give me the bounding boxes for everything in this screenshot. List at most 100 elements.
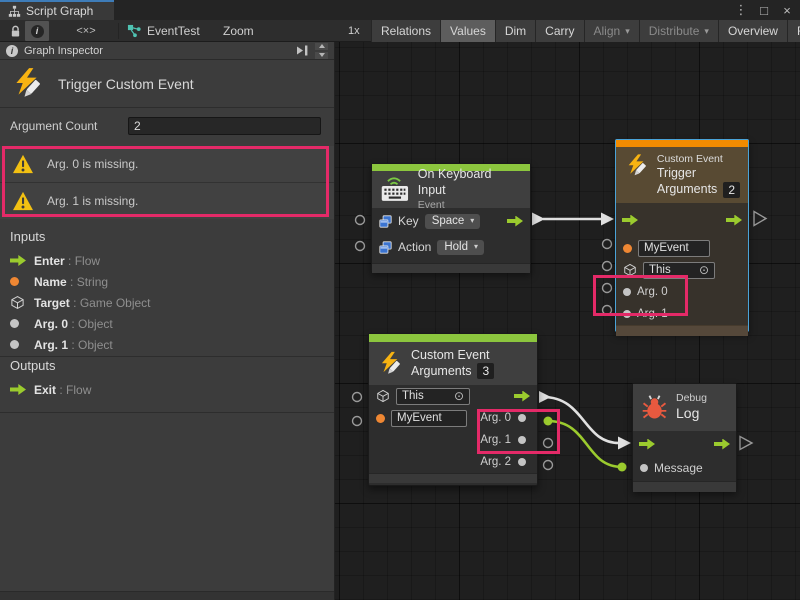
flow-input-arrow[interactable] bbox=[639, 439, 655, 450]
object-port-icon[interactable] bbox=[518, 458, 526, 466]
object-port-icon[interactable] bbox=[623, 288, 631, 296]
event-name-row: MyEvent Arg. 0 bbox=[369, 407, 537, 429]
key-port-row: Key Space ▾ bbox=[372, 208, 530, 234]
string-port-icon[interactable] bbox=[623, 244, 632, 253]
target-field[interactable]: This ⊙ bbox=[396, 388, 470, 405]
target-picker-icon[interactable]: ⊙ bbox=[699, 263, 709, 277]
toolbar-toggle-group: Relations Values Dim Carry Align▾ Distri… bbox=[371, 20, 800, 42]
tab-script-graph[interactable]: Script Graph bbox=[0, 0, 114, 20]
node-trigger-custom-event[interactable]: Custom Event Trigger Arguments 2 MyEvent bbox=[615, 139, 749, 332]
flow-output-port bbox=[740, 437, 752, 450]
object-port-icon[interactable] bbox=[518, 436, 526, 444]
flow-row bbox=[616, 203, 748, 237]
argument-count-label: Argument Count bbox=[10, 119, 97, 133]
arg0-row: Arg. 0 bbox=[616, 281, 748, 303]
argument-count-input[interactable]: 2 bbox=[128, 117, 321, 135]
chevron-down-icon: ▾ bbox=[704, 26, 709, 37]
flow-output-port bbox=[754, 212, 766, 226]
node-debug-log[interactable]: Debug Log Message bbox=[632, 383, 737, 491]
message-label: Message bbox=[654, 461, 703, 475]
chevron-down-icon: ▾ bbox=[470, 216, 474, 225]
inspector-spinner bbox=[315, 43, 328, 59]
action-label: Action bbox=[398, 240, 431, 254]
cube-icon[interactable] bbox=[623, 263, 637, 277]
argument-count-row: Argument Count 2 bbox=[0, 108, 334, 146]
arg0-label: Arg. 0 bbox=[637, 286, 668, 298]
string-port-icon[interactable] bbox=[376, 414, 385, 423]
toolbar-separator bbox=[118, 23, 119, 39]
node-footer bbox=[369, 473, 537, 483]
keyboard-icon bbox=[380, 176, 410, 203]
event-color-bar bbox=[369, 334, 537, 342]
object-port-icon[interactable] bbox=[640, 464, 648, 472]
hierarchy-icon bbox=[8, 5, 21, 18]
align-dropdown[interactable]: Align▾ bbox=[584, 20, 639, 42]
dock-icon[interactable] bbox=[296, 45, 311, 56]
key-dropdown[interactable]: Space ▾ bbox=[425, 214, 481, 229]
action-dropdown[interactable]: Hold ▾ bbox=[437, 240, 484, 255]
close-icon[interactable]: × bbox=[780, 3, 794, 18]
object-port-icon[interactable] bbox=[518, 414, 526, 422]
graph-asset-name[interactable]: EventTest bbox=[147, 20, 200, 42]
lock-button[interactable] bbox=[3, 21, 27, 41]
target-field[interactable]: This ⊙ bbox=[643, 262, 715, 279]
flow-output-arrow[interactable] bbox=[726, 215, 742, 226]
menu-icon[interactable]: ⋮ bbox=[734, 2, 748, 18]
node-footer bbox=[616, 325, 748, 336]
arg2-output: Arg. 2 bbox=[480, 456, 530, 468]
outputs-header: Outputs bbox=[0, 353, 334, 379]
flow-output-arrow[interactable] bbox=[514, 391, 530, 402]
distribute-dropdown[interactable]: Distribute▾ bbox=[639, 20, 718, 42]
bug-icon bbox=[641, 394, 668, 421]
inputs-section: Inputs Enter : Flow Name : String Target… bbox=[0, 224, 334, 357]
port-list-item: Arg. 1 : Object bbox=[0, 334, 334, 355]
overview-button[interactable]: Overview bbox=[718, 20, 787, 42]
dim-button[interactable]: Dim bbox=[495, 20, 535, 42]
arg1-label: Arg. 1 bbox=[480, 434, 511, 446]
code-preview-button[interactable]: <×> bbox=[68, 21, 104, 41]
arg2-row: Arg. 2 bbox=[369, 451, 537, 473]
target-row: This ⊙ bbox=[616, 259, 748, 281]
spin-down-button[interactable] bbox=[315, 52, 328, 59]
fullscreen-button[interactable]: Full Screen bbox=[787, 20, 800, 42]
object-port-icon[interactable] bbox=[623, 310, 631, 318]
maximize-icon[interactable]: □ bbox=[757, 3, 771, 18]
graph-canvas[interactable]: On Keyboard Input Event Key Space ▾ bbox=[335, 42, 800, 600]
flow-input-arrow[interactable] bbox=[622, 215, 638, 226]
wire-value bbox=[548, 421, 622, 467]
arg2-label: Arg. 2 bbox=[480, 456, 511, 468]
warning-row: Arg. 0 is missing. bbox=[0, 146, 334, 182]
cube-icon[interactable] bbox=[376, 389, 390, 403]
target-picker-icon[interactable]: ⊙ bbox=[454, 389, 464, 403]
carry-button[interactable]: Carry bbox=[535, 20, 583, 42]
info-icon: i bbox=[6, 45, 18, 57]
warning-icon bbox=[12, 191, 34, 211]
page-title: Trigger Custom Event bbox=[58, 76, 194, 92]
port-list-item: Name : String bbox=[0, 271, 334, 292]
flow-output-arrow[interactable] bbox=[714, 439, 730, 450]
arg1-row: Arg. 1 bbox=[616, 303, 748, 325]
event-name-field[interactable]: MyEvent bbox=[638, 240, 710, 257]
input-port bbox=[603, 284, 612, 293]
outputs-section: Outputs Exit : Flow bbox=[0, 353, 334, 413]
inspector-header: i Graph Inspector bbox=[0, 42, 334, 60]
input-port bbox=[353, 417, 362, 426]
port-list-item: Target : Game Object bbox=[0, 292, 334, 313]
flow-output-arrow[interactable] bbox=[507, 216, 523, 227]
relations-button[interactable]: Relations bbox=[371, 20, 440, 42]
node-on-keyboard-input[interactable]: On Keyboard Input Event Key Space ▾ bbox=[371, 163, 531, 272]
node-title: Custom Event bbox=[411, 348, 494, 364]
arg0-output: Arg. 0 bbox=[480, 412, 530, 424]
flow-row bbox=[633, 431, 736, 457]
info-toggle-button[interactable]: i bbox=[25, 21, 49, 41]
spin-up-button[interactable] bbox=[315, 43, 328, 50]
input-port bbox=[356, 216, 365, 225]
custom-event-icon bbox=[377, 351, 403, 377]
node-custom-event[interactable]: Custom Event Arguments 3 This ⊙ bbox=[368, 333, 538, 486]
target-row: This ⊙ bbox=[369, 385, 537, 407]
event-name-field[interactable]: MyEvent bbox=[391, 410, 467, 427]
values-button[interactable]: Values bbox=[440, 20, 495, 42]
value-port-connected bbox=[618, 463, 627, 472]
message-row: Message bbox=[633, 457, 736, 479]
wire-flow bbox=[543, 397, 619, 443]
